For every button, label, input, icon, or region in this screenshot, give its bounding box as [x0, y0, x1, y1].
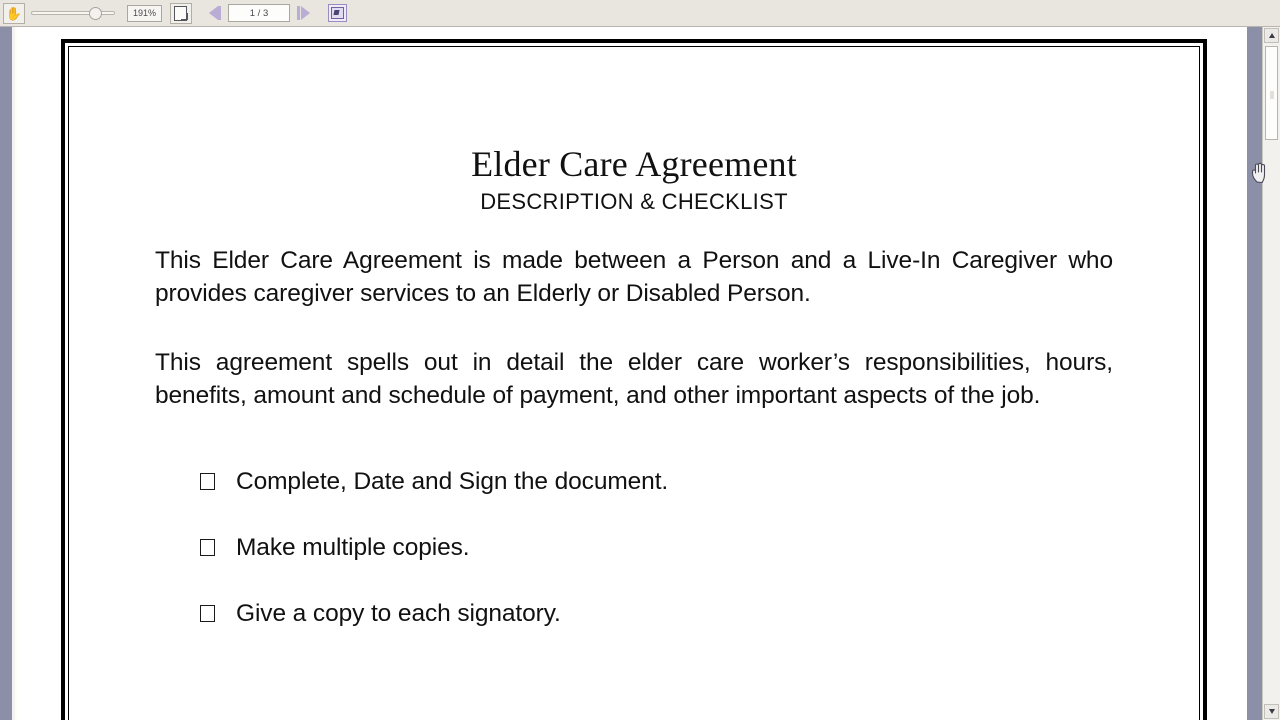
page-fit-button[interactable]	[170, 2, 192, 24]
arrow-down-icon	[1268, 709, 1275, 714]
checklist-item-label: Make multiple copies.	[236, 533, 470, 561]
annotate-icon	[331, 7, 344, 19]
hand-icon: ✋	[5, 5, 23, 21]
previous-page-button[interactable]	[203, 3, 223, 23]
next-page-button[interactable]	[295, 3, 315, 23]
document-title: Elder Care Agreement	[471, 144, 797, 184]
scroll-down-button[interactable]	[1264, 704, 1279, 719]
scroll-up-button[interactable]	[1264, 28, 1279, 43]
pdf-viewer-window: ✋ 191% 1 / 3 Elder Care Agreement DESCRI…	[0, 0, 1280, 720]
toolbar: ✋ 191% 1 / 3	[0, 0, 1280, 27]
prev-arrow-bar	[218, 6, 221, 20]
zoom-slider-thumb[interactable]	[89, 7, 102, 20]
left-gutter	[0, 27, 12, 720]
checklist-item-label: Give a copy to each signatory.	[236, 599, 561, 627]
arrow-up-icon	[1268, 33, 1275, 38]
right-gutter-strip	[1247, 27, 1262, 720]
zoom-slider[interactable]	[31, 3, 115, 23]
hand-tool-button[interactable]: ✋	[3, 2, 25, 24]
checkbox[interactable]	[200, 538, 215, 556]
checklist-item[interactable]: Give a copy to each signatory.	[200, 600, 1113, 628]
checkbox[interactable]	[200, 604, 215, 622]
document-subtitle: DESCRIPTION & CHECKLIST	[480, 188, 788, 214]
zoom-slider-track	[31, 11, 115, 15]
next-arrow-bar	[297, 6, 300, 20]
document-viewport[interactable]: Elder Care Agreement DESCRIPTION & CHECK…	[0, 27, 1280, 720]
checklist-item-label: Complete, Date and Sign the document.	[236, 467, 669, 495]
page-number-field[interactable]: 1 / 3	[228, 4, 290, 22]
left-gutter-edge-highlight	[15, 27, 17, 720]
annotate-button[interactable]	[328, 4, 347, 22]
page-content: Elder Care Agreement DESCRIPTION & CHECK…	[65, 43, 1203, 720]
page-fit-icon	[173, 5, 189, 21]
checklist-item[interactable]: Complete, Date and Sign the document.	[200, 468, 1113, 496]
checklist: Complete, Date and Sign the document. Ma…	[155, 468, 1113, 628]
scroll-thumb[interactable]	[1265, 46, 1278, 140]
zoom-level-field[interactable]: 191%	[127, 4, 162, 22]
vertical-scrollbar[interactable]	[1262, 27, 1280, 720]
paragraph-intro: This Elder Care Agreement is made betwee…	[155, 246, 1113, 307]
paragraph-details: This agreement spells out in detail the …	[155, 348, 1113, 409]
checklist-item[interactable]: Make multiple copies.	[200, 534, 1113, 562]
right-gutter	[1244, 27, 1280, 720]
document-page: Elder Care Agreement DESCRIPTION & CHECK…	[61, 39, 1207, 720]
chevron-left-icon	[208, 6, 218, 20]
chevron-right-icon	[300, 6, 310, 20]
checkbox[interactable]	[200, 472, 215, 490]
